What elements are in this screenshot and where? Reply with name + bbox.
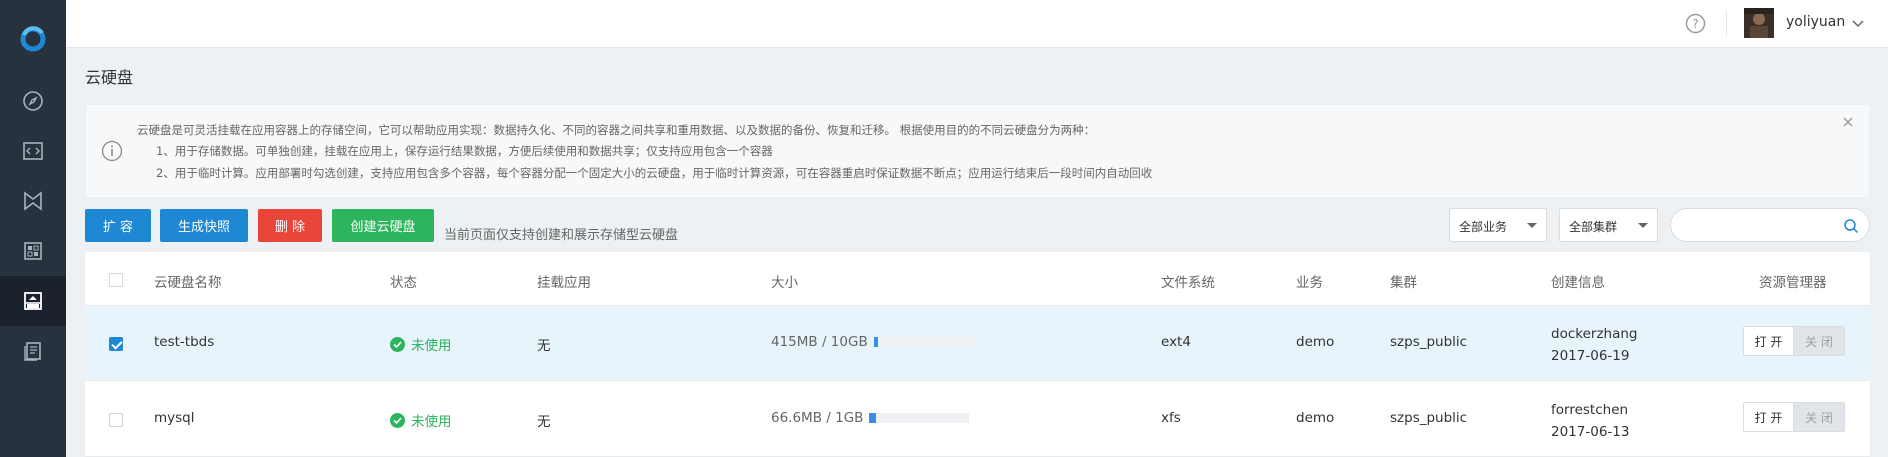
header-status: 状态 bbox=[390, 275, 417, 291]
creator: forrestchen bbox=[1551, 402, 1629, 418]
search-input[interactable] bbox=[1683, 216, 1833, 236]
chevron-down-icon[interactable] bbox=[1851, 16, 1865, 30]
created-date: 2017-06-13 bbox=[1551, 424, 1630, 440]
avatar[interactable] bbox=[1744, 8, 1774, 38]
mounted-app: 无 bbox=[537, 414, 551, 430]
mounted-app: 无 bbox=[537, 338, 551, 354]
header-manager: 资源管理器 bbox=[1759, 275, 1827, 291]
row-checkbox[interactable] bbox=[109, 413, 123, 427]
close-button[interactable]: 关 闭 bbox=[1794, 403, 1844, 431]
header-business: 业务 bbox=[1296, 275, 1323, 291]
snapshot-button[interactable]: 生成快照 bbox=[160, 209, 248, 242]
size-text: 415MB / 10GB bbox=[771, 334, 868, 350]
document-icon bbox=[24, 342, 41, 361]
status-badge: 未使用 bbox=[390, 410, 452, 430]
table-header: 云硬盘名称 状态 挂载应用 大小 文件系统 业务 集群 创建信息 资源管理器 bbox=[85, 252, 1870, 306]
disk-name[interactable]: mysql bbox=[154, 410, 195, 426]
avatar-image bbox=[1744, 8, 1774, 38]
filesystem: xfs bbox=[1161, 410, 1181, 426]
created-info: forrestchen 2017-06-13 bbox=[1551, 399, 1629, 443]
info-text-item-1: 1、用于存储数据。可单独创建，挂载在应用上，保存运行结果数据，方便后续使用和数据… bbox=[156, 144, 773, 158]
resource-manager-toggle: 打 开 关 闭 bbox=[1743, 326, 1845, 356]
search-icon[interactable] bbox=[1843, 218, 1859, 234]
business: demo bbox=[1296, 410, 1335, 426]
row-checkbox[interactable] bbox=[109, 337, 123, 351]
status-text: 未使用 bbox=[411, 338, 452, 354]
usage-bar bbox=[869, 413, 970, 423]
header-name[interactable]: 云硬盘名称 bbox=[154, 271, 222, 291]
app-logo[interactable] bbox=[0, 0, 66, 76]
select-all-checkbox[interactable] bbox=[109, 273, 123, 287]
header-mount: 挂载应用 bbox=[537, 275, 591, 291]
logo-icon bbox=[20, 26, 46, 52]
created-date: 2017-06-19 bbox=[1551, 348, 1630, 364]
usage-bar bbox=[873, 337, 974, 347]
caret-down-icon bbox=[1527, 223, 1537, 228]
search-box bbox=[1670, 208, 1870, 242]
delete-button[interactable]: 删 除 bbox=[258, 209, 322, 242]
table-row[interactable]: test-tbds 未使用 无 415MB / 10GB ext4 demo s… bbox=[85, 306, 1870, 381]
info-icon bbox=[101, 140, 123, 162]
usage-bar-fill bbox=[873, 337, 878, 347]
status-text: 未使用 bbox=[411, 414, 452, 430]
topbar-divider bbox=[1726, 10, 1727, 36]
sidebar-item-apps[interactable] bbox=[0, 226, 66, 276]
info-text-item-2: 2、用于临时计算。应用部署时勾选创建，支持应用包含多个容器，每个容器分配一个固定… bbox=[156, 166, 1153, 180]
username[interactable]: yoliyuan bbox=[1786, 14, 1845, 30]
table-row[interactable]: mysql 未使用 无 66.6MB / 1GB xfs demo szps_p… bbox=[85, 382, 1870, 457]
disk-icon bbox=[24, 292, 42, 310]
size-cell: 415MB / 10GB bbox=[771, 334, 974, 350]
help-icon[interactable]: ? bbox=[1685, 13, 1706, 34]
cluster-select[interactable]: 全部集群 bbox=[1559, 208, 1658, 242]
header-fs: 文件系统 bbox=[1161, 275, 1215, 291]
header-size: 大小 bbox=[771, 275, 798, 291]
check-circle-icon bbox=[390, 412, 405, 428]
sidebar-item-cloud-disk[interactable] bbox=[0, 276, 66, 326]
sidebar-item-network[interactable] bbox=[0, 176, 66, 226]
info-text-intro: 云硬盘是可灵活挂载在应用容器上的存储空间，它可以帮助应用实现：数据持久化、不同的… bbox=[137, 123, 1096, 137]
cluster: szps_public bbox=[1390, 410, 1468, 426]
expand-button[interactable]: 扩 容 bbox=[85, 209, 151, 242]
sidebar-item-dashboard[interactable] bbox=[0, 76, 66, 126]
cluster-select-value: 全部集群 bbox=[1569, 220, 1618, 234]
usage-bar-fill bbox=[869, 413, 876, 423]
business-select[interactable]: 全部业务 bbox=[1449, 208, 1547, 242]
sidebar-item-code[interactable] bbox=[0, 126, 66, 176]
cluster: szps_public bbox=[1390, 334, 1468, 350]
header-cluster: 集群 bbox=[1390, 275, 1417, 291]
disk-table: 云硬盘名称 状态 挂载应用 大小 文件系统 业务 集群 创建信息 资源管理器 t… bbox=[85, 252, 1870, 457]
size-text: 66.6MB / 1GB bbox=[771, 410, 864, 426]
close-icon[interactable] bbox=[1841, 115, 1855, 129]
svg-text:?: ? bbox=[1692, 17, 1698, 31]
check-circle-icon bbox=[390, 336, 405, 352]
page-title: 云硬盘 bbox=[85, 68, 134, 87]
business-select-value: 全部业务 bbox=[1459, 220, 1508, 234]
bowtie-icon bbox=[24, 191, 42, 211]
grid-icon bbox=[24, 242, 42, 260]
create-disk-button[interactable]: 创建云硬盘 bbox=[332, 209, 434, 242]
close-button[interactable]: 关 闭 bbox=[1794, 327, 1844, 355]
creator: dockerzhang bbox=[1551, 326, 1638, 342]
sidebar-item-docs[interactable] bbox=[0, 326, 66, 376]
toolbar-hint: 当前页面仅支持创建和展示存储型云硬盘 bbox=[444, 228, 679, 243]
top-bar: ? yoliyuan bbox=[66, 0, 1888, 48]
disk-name[interactable]: test-tbds bbox=[154, 334, 214, 350]
open-button[interactable]: 打 开 bbox=[1744, 403, 1794, 431]
code-icon bbox=[23, 142, 43, 160]
status-badge: 未使用 bbox=[390, 334, 452, 354]
created-info: dockerzhang 2017-06-19 bbox=[1551, 323, 1637, 367]
open-button[interactable]: 打 开 bbox=[1744, 327, 1794, 355]
info-notice: 云硬盘是可灵活挂载在应用容器上的存储空间，它可以帮助应用实现：数据持久化、不同的… bbox=[85, 104, 1870, 198]
business: demo bbox=[1296, 334, 1335, 350]
sidebar bbox=[0, 0, 66, 457]
compass-icon bbox=[23, 91, 43, 111]
caret-down-icon bbox=[1638, 223, 1648, 228]
resource-manager-toggle: 打 开 关 闭 bbox=[1743, 402, 1845, 432]
filesystem: ext4 bbox=[1161, 334, 1191, 350]
size-cell: 66.6MB / 1GB bbox=[771, 410, 970, 426]
header-created: 创建信息 bbox=[1551, 275, 1605, 291]
